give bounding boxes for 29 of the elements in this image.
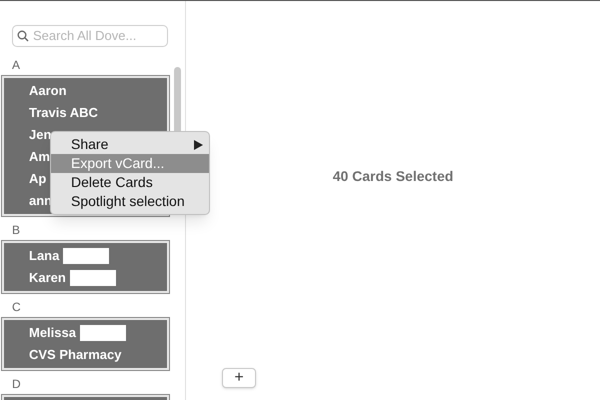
section-letter: D	[11, 376, 22, 392]
add-button[interactable]: +	[222, 368, 256, 388]
search-icon	[17, 30, 29, 42]
contact-row[interactable]: Melissa	[4, 322, 167, 344]
contact-name: Travis ABC	[29, 104, 98, 122]
section-letter: B	[11, 222, 22, 238]
contact-name: Karen	[29, 269, 66, 288]
contact-name: Lana	[29, 247, 60, 266]
search-input[interactable]: Search All Dove...	[33, 26, 163, 46]
menu-label: Spotlight selection	[71, 192, 185, 211]
menu-item[interactable]: Share	[51, 135, 209, 154]
menu-item[interactable]: Export vCard...	[51, 154, 209, 173]
contact-row[interactable]: CVS Pharmacy	[4, 344, 167, 366]
selection-count: 40 Cards Selected	[332, 167, 454, 186]
menu-label: Export vCard...	[71, 154, 164, 173]
contact-row[interactable]: Aaron	[4, 80, 167, 102]
contact-row[interactable]: Lana	[4, 245, 167, 267]
section-letter: A	[11, 57, 22, 73]
section-letter: C	[11, 299, 22, 315]
contact-name: CVS Pharmacy	[29, 346, 122, 364]
menu-item[interactable]: Delete Cards	[51, 173, 209, 192]
contact-row[interactable]: Travis ABC	[4, 102, 167, 124]
menu-label: Share	[71, 135, 108, 154]
contact-name: Melissa	[29, 324, 76, 342]
menu-item[interactable]: Spotlight selection	[51, 192, 209, 211]
contact-name: Aaron	[29, 82, 67, 100]
menu-label: Delete Cards	[71, 173, 153, 192]
search-field[interactable]: Search All Dove...	[12, 25, 168, 47]
contact-row[interactable]: Karen	[4, 267, 167, 289]
